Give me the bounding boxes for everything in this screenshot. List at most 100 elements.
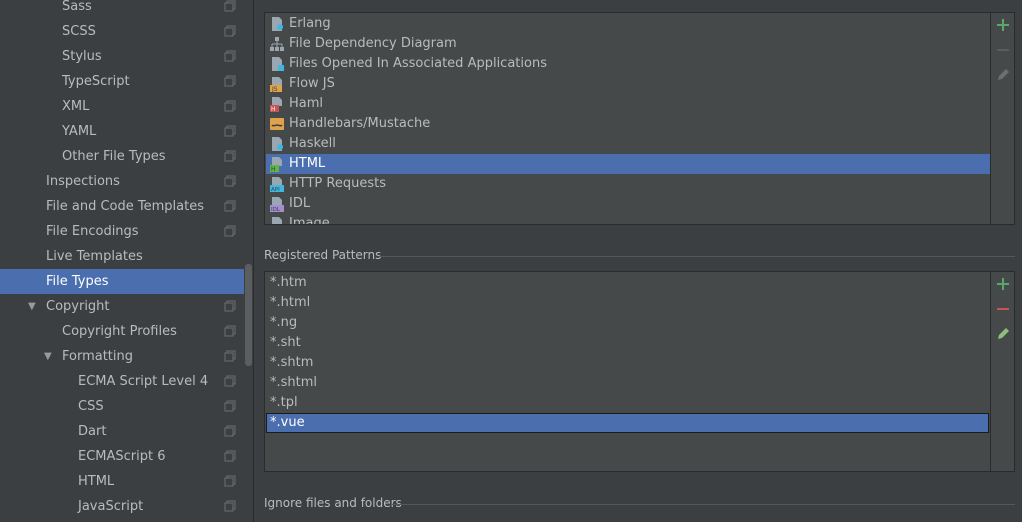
- tree-item-html[interactable]: HTML: [0, 469, 244, 494]
- pattern-label: *.vue: [270, 415, 305, 430]
- tree-item-sass[interactable]: Sass: [0, 0, 244, 19]
- tree-item-stylus[interactable]: Stylus: [0, 44, 244, 69]
- project-scope-icon: [224, 100, 236, 112]
- tree-item-label: ECMA Script Level 4: [78, 374, 209, 389]
- tree-item-label: ECMAScript 6: [78, 449, 166, 464]
- file-type-row[interactable]: Handlebars/Mustache: [266, 114, 991, 134]
- file-type-row[interactable]: API HTTP Requests: [266, 174, 991, 194]
- tree-item-label: HTML: [78, 474, 115, 489]
- tree-item-file-and-code-templates[interactable]: File and Code Templates: [0, 194, 244, 219]
- pattern-row[interactable]: *.ng: [266, 313, 989, 333]
- registered-patterns-list[interactable]: *.htm *.html *.ng *.sht *.shtm *.shtml *…: [265, 272, 991, 471]
- tree-item-copyright-profiles[interactable]: Copyright Profiles: [0, 319, 244, 344]
- diagram-icon: [270, 37, 284, 51]
- remove-pattern-button[interactable]: [994, 300, 1012, 318]
- tree-item-label: Dart: [78, 424, 107, 439]
- file-type-label: Erlang: [289, 16, 331, 31]
- remove-file-type-button[interactable]: [994, 41, 1012, 59]
- patterns-toolbar: [990, 272, 1014, 471]
- handlebars-file-icon: [270, 118, 284, 130]
- haskell-file-icon: [272, 137, 283, 151]
- project-scope-icon: [224, 400, 236, 412]
- expand-arrow-icon[interactable]: ▼: [44, 344, 52, 369]
- tree-item-inspections[interactable]: Inspections: [0, 169, 244, 194]
- expand-arrow-icon[interactable]: ▼: [28, 294, 36, 319]
- edit-pattern-button[interactable]: [994, 325, 1012, 343]
- pattern-row[interactable]: *.html: [266, 293, 989, 313]
- add-pattern-button[interactable]: [994, 275, 1012, 293]
- tree-item-label: Stylus: [62, 49, 102, 64]
- external-file-icon: [272, 57, 284, 71]
- project-scope-icon: [224, 50, 236, 62]
- tree-item-label: Live Templates: [46, 249, 143, 264]
- file-type-row[interactable]: IDL IDL: [266, 194, 991, 214]
- tree-item-typescript[interactable]: TypeScript: [0, 69, 244, 94]
- file-type-row[interactable]: Erlang: [266, 14, 991, 34]
- sidebar-scrollbar-thumb[interactable]: [245, 264, 252, 366]
- file-type-label: File Dependency Diagram: [289, 36, 457, 51]
- tree-item-ecma-script-level-4[interactable]: ECMA Script Level 4: [0, 369, 244, 394]
- project-scope-icon: [224, 150, 236, 162]
- file-type-row-selected[interactable]: H HTML: [266, 154, 991, 174]
- tree-item-ecmascript-6[interactable]: ECMAScript 6: [0, 444, 244, 469]
- pattern-row[interactable]: *.shtm: [266, 353, 989, 373]
- project-scope-icon: [224, 375, 236, 387]
- tree-item-yaml[interactable]: YAML: [0, 119, 244, 144]
- js-file-icon: JS: [270, 77, 282, 92]
- tree-item-dart[interactable]: Dart: [0, 419, 244, 444]
- sidebar-scrollbar[interactable]: [244, 0, 253, 522]
- project-scope-icon: [224, 25, 236, 37]
- tree-item-label: Other File Types: [62, 149, 166, 164]
- tree-item-label: Sass: [62, 0, 92, 14]
- pattern-row[interactable]: *.tpl: [266, 393, 989, 413]
- tree-item-css[interactable]: CSS: [0, 394, 244, 419]
- file-type-label: HTTP Requests: [289, 176, 386, 191]
- add-icon: [997, 19, 1009, 31]
- html-file-icon: H: [270, 157, 282, 172]
- svg-text:JS: JS: [271, 86, 278, 92]
- project-scope-icon: [224, 425, 236, 437]
- tree-item-formatting[interactable]: ▼ Formatting: [0, 344, 244, 369]
- haml-file-icon: H: [270, 97, 282, 112]
- registered-patterns-panel: *.htm *.html *.ng *.sht *.shtm *.shtml *…: [264, 271, 1015, 472]
- tree-item-label: XML: [62, 99, 90, 114]
- separator: [379, 256, 1015, 257]
- pattern-row-selected[interactable]: *.vue: [266, 413, 989, 433]
- add-file-type-button[interactable]: [994, 16, 1012, 34]
- tree-item-label: Copyright: [46, 299, 110, 314]
- file-type-row[interactable]: H Haml: [266, 94, 991, 114]
- tree-item-label: CSS: [78, 399, 104, 414]
- file-type-row[interactable]: Haskell: [266, 134, 991, 154]
- svg-text:IDL: IDL: [271, 207, 281, 212]
- settings-tree[interactable]: Sass SCSS Stylus TypeScript XML YAML Oth…: [0, 0, 253, 522]
- pattern-label: *.htm: [270, 275, 307, 290]
- pattern-row[interactable]: *.htm: [266, 273, 989, 293]
- pattern-label: *.shtml: [270, 375, 318, 390]
- tree-item-live-templates[interactable]: Live Templates: [0, 244, 244, 269]
- file-type-row[interactable]: Image: [266, 214, 991, 224]
- file-type-row[interactable]: JS Flow JS: [266, 74, 991, 94]
- registered-patterns-title: Registered Patterns: [264, 248, 382, 262]
- file-type-label: Haml: [289, 96, 324, 111]
- pattern-row[interactable]: *.shtml: [266, 373, 989, 393]
- file-type-row[interactable]: Files Opened In Associated Applications: [266, 54, 991, 74]
- tree-item-label: JavaScript: [78, 499, 144, 514]
- tree-item-file-types[interactable]: File Types: [0, 269, 244, 294]
- pattern-row[interactable]: *.sht: [266, 333, 989, 353]
- tree-item-other-file-types[interactable]: Other File Types: [0, 144, 244, 169]
- tree-item-label: Copyright Profiles: [62, 324, 177, 339]
- svg-text:H: H: [271, 166, 276, 172]
- file-type-label: Haskell: [289, 136, 336, 151]
- tree-item-javascript[interactable]: JavaScript: [0, 494, 244, 519]
- file-types-list[interactable]: Erlang File Dependency Diagram Files Ope…: [265, 13, 991, 224]
- tree-item-xml[interactable]: XML: [0, 94, 244, 119]
- tree-item-file-encodings[interactable]: File Encodings: [0, 219, 244, 244]
- edit-file-type-button[interactable]: [994, 66, 1012, 84]
- file-type-row[interactable]: File Dependency Diagram: [266, 34, 991, 54]
- pattern-label: *.shtm: [270, 355, 314, 370]
- tree-item-copyright[interactable]: ▼ Copyright: [0, 294, 244, 319]
- ignore-files-title: Ignore files and folders: [264, 496, 402, 510]
- tree-item-label: Inspections: [46, 174, 120, 189]
- tree-item-scss[interactable]: SCSS: [0, 19, 244, 44]
- pattern-label: *.sht: [270, 335, 301, 350]
